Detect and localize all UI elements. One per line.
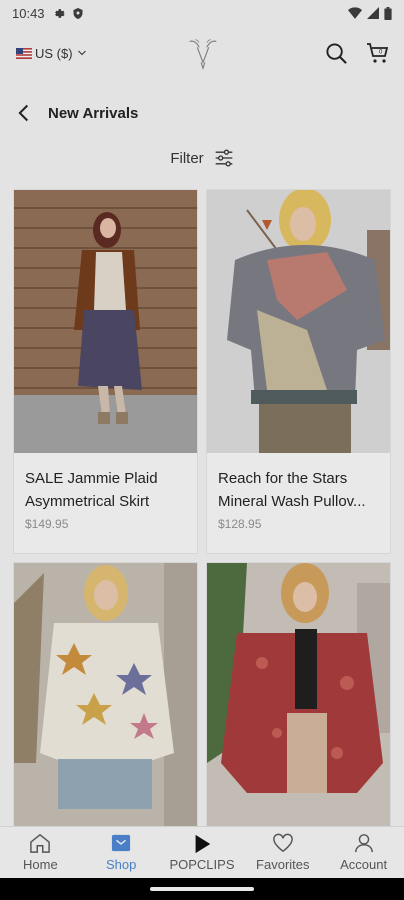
filter-label: Filter: [170, 149, 204, 167]
search-icon[interactable]: [325, 42, 348, 65]
product-info: SALE Jammie Plaid Asymmetrical Skirt $14…: [14, 453, 197, 553]
product-price: $149.95: [25, 517, 69, 531]
product-image[interactable]: [207, 190, 390, 453]
svg-text:0: 0: [379, 50, 383, 56]
status-bar: 10:43: [0, 0, 404, 26]
status-time: 10:43: [12, 5, 45, 21]
wifi-icon: [348, 7, 362, 19]
heart-icon: [272, 833, 293, 853]
filter-button[interactable]: Filter: [0, 142, 404, 174]
bottom-nav: Home Shop POPCLIPS Favorites Account: [0, 826, 404, 878]
header-icons: 0: [325, 41, 390, 65]
user-icon: [354, 834, 373, 853]
app-header: US ($) 0: [0, 30, 404, 76]
home-gesture-handle[interactable]: [150, 887, 254, 891]
product-card[interactable]: Reach for the Stars Mineral Wash Pullov.…: [206, 189, 391, 554]
product-price: $128.95: [218, 517, 262, 531]
home-icon: [30, 833, 51, 853]
nav-home-label: Home: [23, 857, 58, 872]
filter-sliders-icon: [215, 149, 233, 167]
product-card[interactable]: SALE Jammie Plaid Asymmetrical Skirt $14…: [13, 189, 198, 554]
nav-account-label: Account: [340, 857, 388, 872]
product-info: Reach for the Stars Mineral Wash Pullov.…: [207, 453, 390, 553]
battery-icon: [384, 6, 392, 20]
product-grid: SALE Jammie Plaid Asymmetrical Skirt $14…: [13, 189, 391, 900]
play-icon: [195, 834, 211, 854]
nav-shop[interactable]: Shop: [81, 827, 161, 872]
shop-icon: [112, 834, 131, 852]
product-name: SALE Jammie Plaid Asymmetrical Skirt: [25, 470, 158, 510]
settings-icon: [54, 8, 65, 18]
nav-shop-label: Shop: [106, 857, 137, 872]
chevron-down-icon: [77, 50, 86, 56]
currency-selector[interactable]: US ($): [16, 46, 88, 61]
status-left: 10:43: [12, 6, 84, 21]
product-image[interactable]: [14, 563, 197, 826]
cart-icon[interactable]: 0: [366, 41, 390, 65]
back-arrow-icon[interactable]: [14, 103, 34, 123]
nav-favorites[interactable]: Favorites: [243, 827, 323, 872]
nav-home[interactable]: Home: [0, 827, 80, 872]
shield-icon: [73, 7, 83, 19]
nav-account[interactable]: Account: [324, 827, 404, 872]
signal-icon: [367, 7, 379, 19]
product-name: Reach for the Stars Mineral Wash Pullov.…: [218, 470, 366, 510]
nav-popclips-label: POPCLIPS: [169, 857, 235, 872]
us-flag-icon: [16, 47, 32, 59]
nav-favorites-label: Favorites: [256, 857, 310, 872]
brand-logo[interactable]: [184, 34, 222, 72]
page-title-row: New Arrivals: [14, 96, 138, 130]
product-image[interactable]: [207, 563, 390, 826]
gesture-bar: [0, 878, 404, 900]
page-title: New Arrivals: [48, 104, 139, 122]
status-right: [348, 6, 392, 20]
nav-popclips[interactable]: POPCLIPS: [162, 827, 242, 872]
currency-label: US ($): [35, 45, 73, 61]
product-image[interactable]: [14, 190, 197, 453]
